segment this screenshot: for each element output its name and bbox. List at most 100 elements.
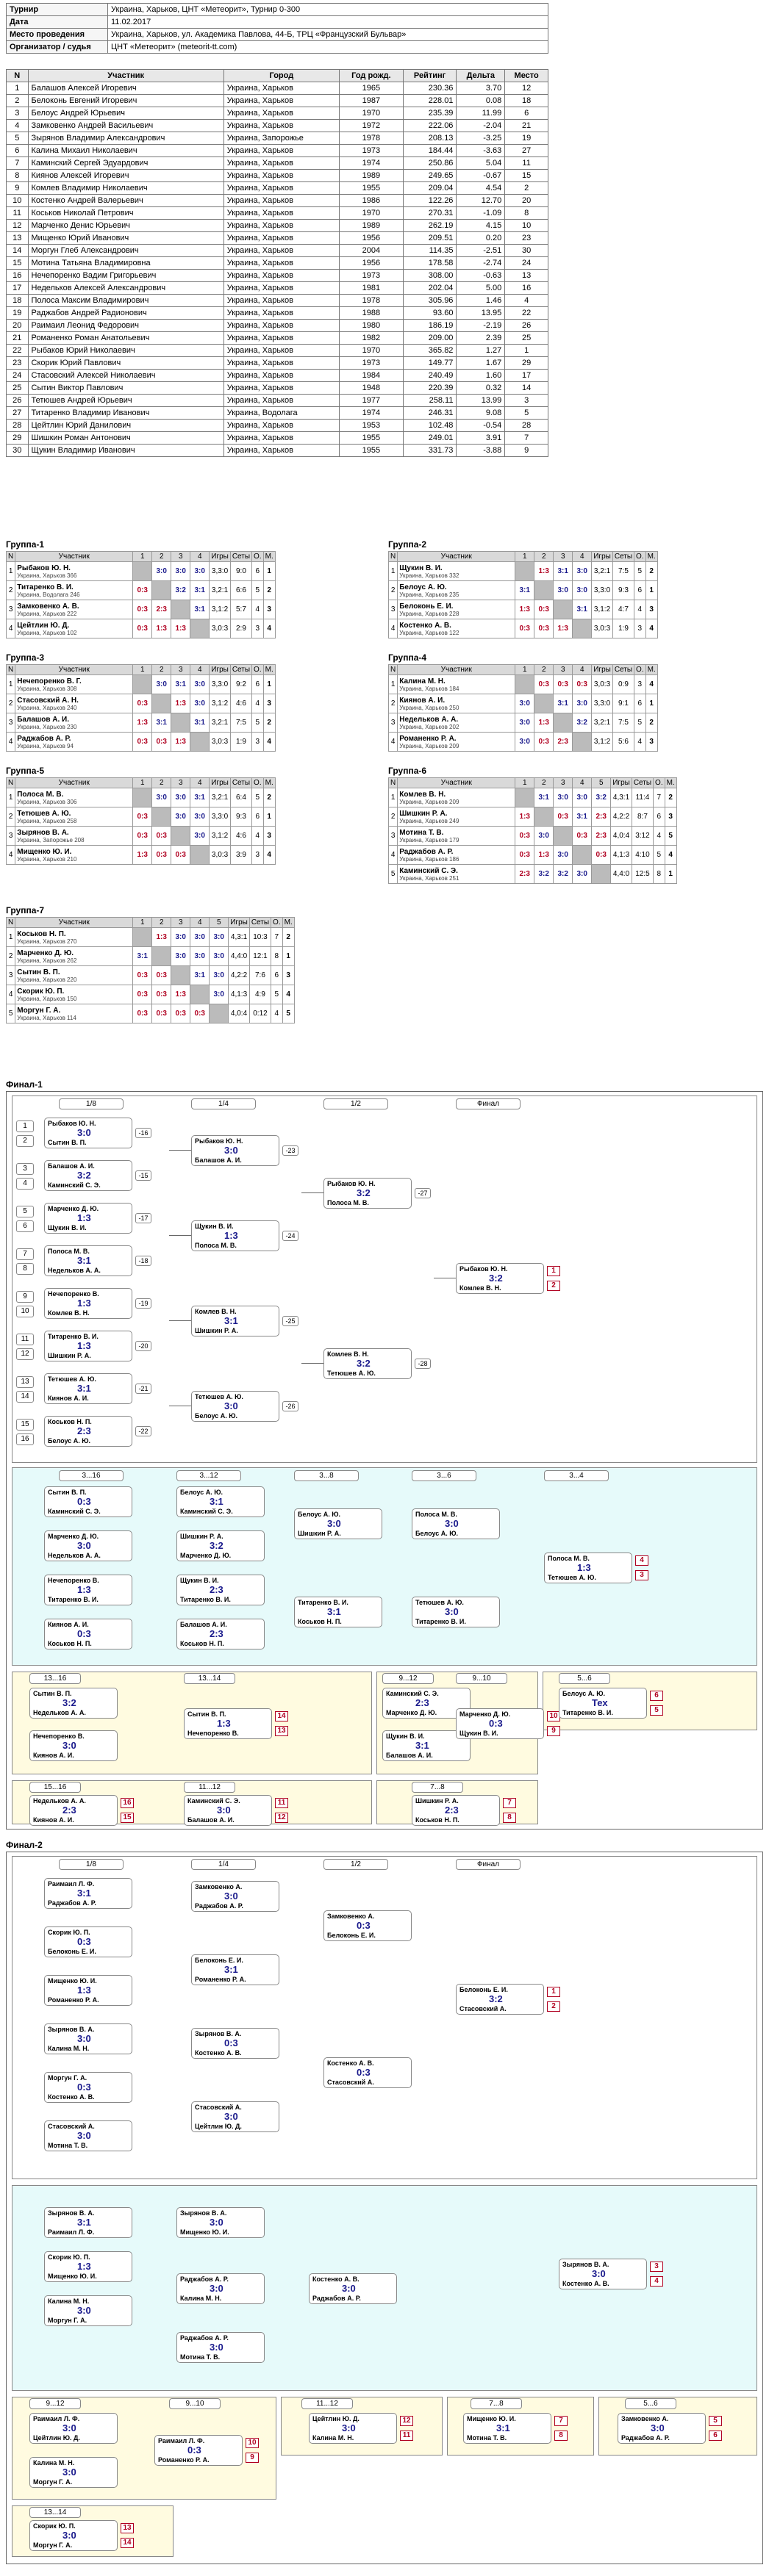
bracket-player-2: Мищенко Ю. И. — [48, 2273, 97, 2280]
bracket-match: Замковенко А. 3:0 Раджабов А. Р. — [191, 1881, 279, 1912]
group-place-cell: 1 — [664, 864, 677, 884]
group-result-cell: 0:3 — [132, 619, 153, 638]
group-title: Группа-3 — [6, 652, 45, 663]
group-table: N Участник 1 2 3 4 Игры Сеты О. М. 1 Рыбаков Ю. Н. У… — [5, 551, 276, 638]
bracket-player-2: Тетюшев А. Ю. — [548, 1574, 596, 1581]
bracket-score: 3:0 — [342, 2283, 356, 2294]
group-col-participant: Участник — [397, 777, 516, 788]
participant-row: 9 Комлев Владимир Николаевич Украина, Харь… — [6, 181, 548, 195]
group-games-cell: 3,0:3 — [209, 732, 231, 752]
bracket-player-2: Балашов А. И. — [386, 1752, 433, 1759]
group-result-cell: 2:3 — [591, 807, 612, 827]
group-games-cell: 4,1:3 — [610, 845, 632, 865]
bracket-match: Замковенко А. 0:3 Белоконь Е. И. — [323, 1910, 412, 1941]
final-1-title: Финал-1 — [6, 1079, 43, 1090]
bracket-score: 3:1 — [496, 2422, 510, 2433]
group-col-games: Игры — [610, 777, 632, 788]
group-sets-cell: 8:7 — [631, 807, 654, 827]
group-row: 3 Зырянов В. А. Украина, Запорожье 208 0:3 0… — [5, 826, 276, 846]
group-participant-cell: Белоус А. Ю. Украина, Харьков 235 — [397, 580, 516, 600]
final-2-title: Финал-2 — [6, 1840, 43, 1850]
bracket-round-label: Финал — [456, 1098, 521, 1109]
info-row: Место проведения Украина, Харьков, ул. Ак… — [6, 28, 548, 41]
participant-cell: 11.99 — [456, 107, 506, 120]
group-diagonal-cell — [132, 927, 153, 947]
group-participant-cell: Стасовский А. Н. Украина, Харьков 240 — [15, 694, 134, 713]
group-col-points: О. — [251, 777, 264, 788]
bracket-score: 0:3 — [77, 2082, 91, 2093]
bracket-match: Раджабов А. Р. 3:0 Мотина Т. В. — [176, 2332, 265, 2363]
bracket-place: 15 — [121, 1813, 134, 1823]
group-place-cell: 4 — [262, 845, 276, 865]
group-result-cell: 3:0 — [171, 788, 191, 807]
group-place-cell: 2 — [262, 580, 276, 600]
participant-cell: 0.20 — [456, 231, 506, 245]
group-place-cell: 2 — [664, 788, 677, 807]
group-place-cell: 5 — [664, 826, 677, 846]
participant-cell: 365.82 — [402, 344, 457, 357]
group-result-cell: 0:3 — [515, 845, 535, 865]
bracket-score: 3:0 — [210, 2217, 223, 2228]
bracket-place: 5 — [650, 1705, 663, 1716]
group-sets-cell: 5:7 — [229, 600, 253, 619]
group-col-place: М. — [282, 917, 295, 928]
bracket-round-label: 9...10 — [169, 2398, 221, 2409]
participant-cell: 209.04 — [402, 181, 457, 195]
group-col-participant: Участник — [15, 777, 134, 788]
group-result-cell: 3:1 — [515, 580, 535, 600]
bracket-score: 3:0 — [224, 2111, 238, 2122]
group-result-cell: 0:3 — [132, 1004, 153, 1023]
bracket-place: 1 — [547, 1987, 560, 1997]
group-sets-cell: 12:5 — [631, 864, 654, 884]
group-games-cell: 4,0:4 — [228, 1004, 250, 1023]
group-sets-cell: 3:9 — [229, 845, 253, 865]
group-diagonal-cell — [171, 713, 191, 733]
group-result-cell: 2:3 — [151, 600, 172, 619]
participant-cell: Украина, Харьков — [223, 369, 340, 382]
group-table: N Участник 1 2 3 4 Игры Сеты О. М. 1 Полоса М. В. Ук… — [5, 777, 276, 865]
participant-cell: 11 — [504, 156, 548, 170]
group-player-city: Украина, Харьков 262 — [17, 957, 77, 964]
group-result-cell: 0:3 — [151, 826, 172, 846]
group-points-cell: 3 — [251, 732, 264, 752]
bracket-match: Титаренко В. И. 3:1 Коськов Н. П. — [294, 1597, 382, 1627]
group-col-opponent: 1 — [515, 551, 535, 562]
group-row: 4 Романенко Р. А. Украина, Харьков 209 3:0 0… — [387, 732, 658, 752]
participant-cell: 9.08 — [456, 406, 506, 420]
group-col-games: Игры — [591, 664, 613, 675]
bracket-place: 8 — [503, 1813, 516, 1823]
group-participant-cell: Замковенко А. В. Украина, Харьков 222 — [15, 600, 134, 619]
group-result-cell: 1:3 — [534, 561, 554, 581]
group-result-cell: 3:1 — [553, 561, 573, 581]
bracket-match: Балашов А. И. 2:3 Коськов Н. П. — [176, 1619, 265, 1649]
bracket-score: 2:3 — [62, 1805, 76, 1816]
group-result-cell: 1:3 — [171, 619, 191, 638]
group-header-row: N Участник 1 2 3 4 5 Игры Сеты О. М. — [387, 777, 677, 788]
participant-cell: Украина, Харьков — [223, 94, 340, 107]
group-col-place: М. — [262, 777, 276, 788]
participant-cell: Украина, Харьков — [223, 331, 340, 345]
group-result-cell: 1:3 — [171, 694, 191, 713]
info-key: Дата — [6, 15, 108, 29]
bracket-player-2: Титаренко В. И. — [415, 1618, 466, 1625]
bracket-match: Марченко Д. Ю. 3:0 Недельков А. А. — [44, 1530, 132, 1561]
group-player-name: Киянов А. И. — [399, 696, 446, 705]
group-col-opponent: 4 — [190, 917, 210, 928]
group-player-name: Сытин В. П. — [17, 968, 60, 976]
participant-cell: 4 — [6, 119, 29, 132]
participant-cell: 1977 — [338, 394, 404, 407]
participant-cell: 4.54 — [456, 181, 506, 195]
group-col-n: N — [387, 664, 398, 675]
participant-cell: 1982 — [338, 331, 404, 345]
bracket-player-2: Киянов А. И. — [48, 1395, 89, 1402]
group-row-number: 5 — [5, 1004, 16, 1023]
bracket-match: Сытин В. П. 1:3 Нечепоренко В. — [184, 1708, 272, 1739]
group-result-cell: 3:0 — [209, 965, 229, 985]
group-player-name: Рыбаков Ю. Н. — [17, 564, 71, 572]
participant-cell: Мотина Татьяна Владимировна — [27, 256, 224, 270]
group-participant-cell: Щукин В. И. Украина, Харьков 332 — [397, 561, 516, 581]
group-result-cell: 0:3 — [132, 807, 153, 827]
group-col-opponent: 1 — [132, 917, 153, 928]
info-row: Организатор / судья ЦНТ «Метеорит» (meteo… — [6, 40, 548, 54]
group-points-cell: 5 — [251, 580, 264, 600]
